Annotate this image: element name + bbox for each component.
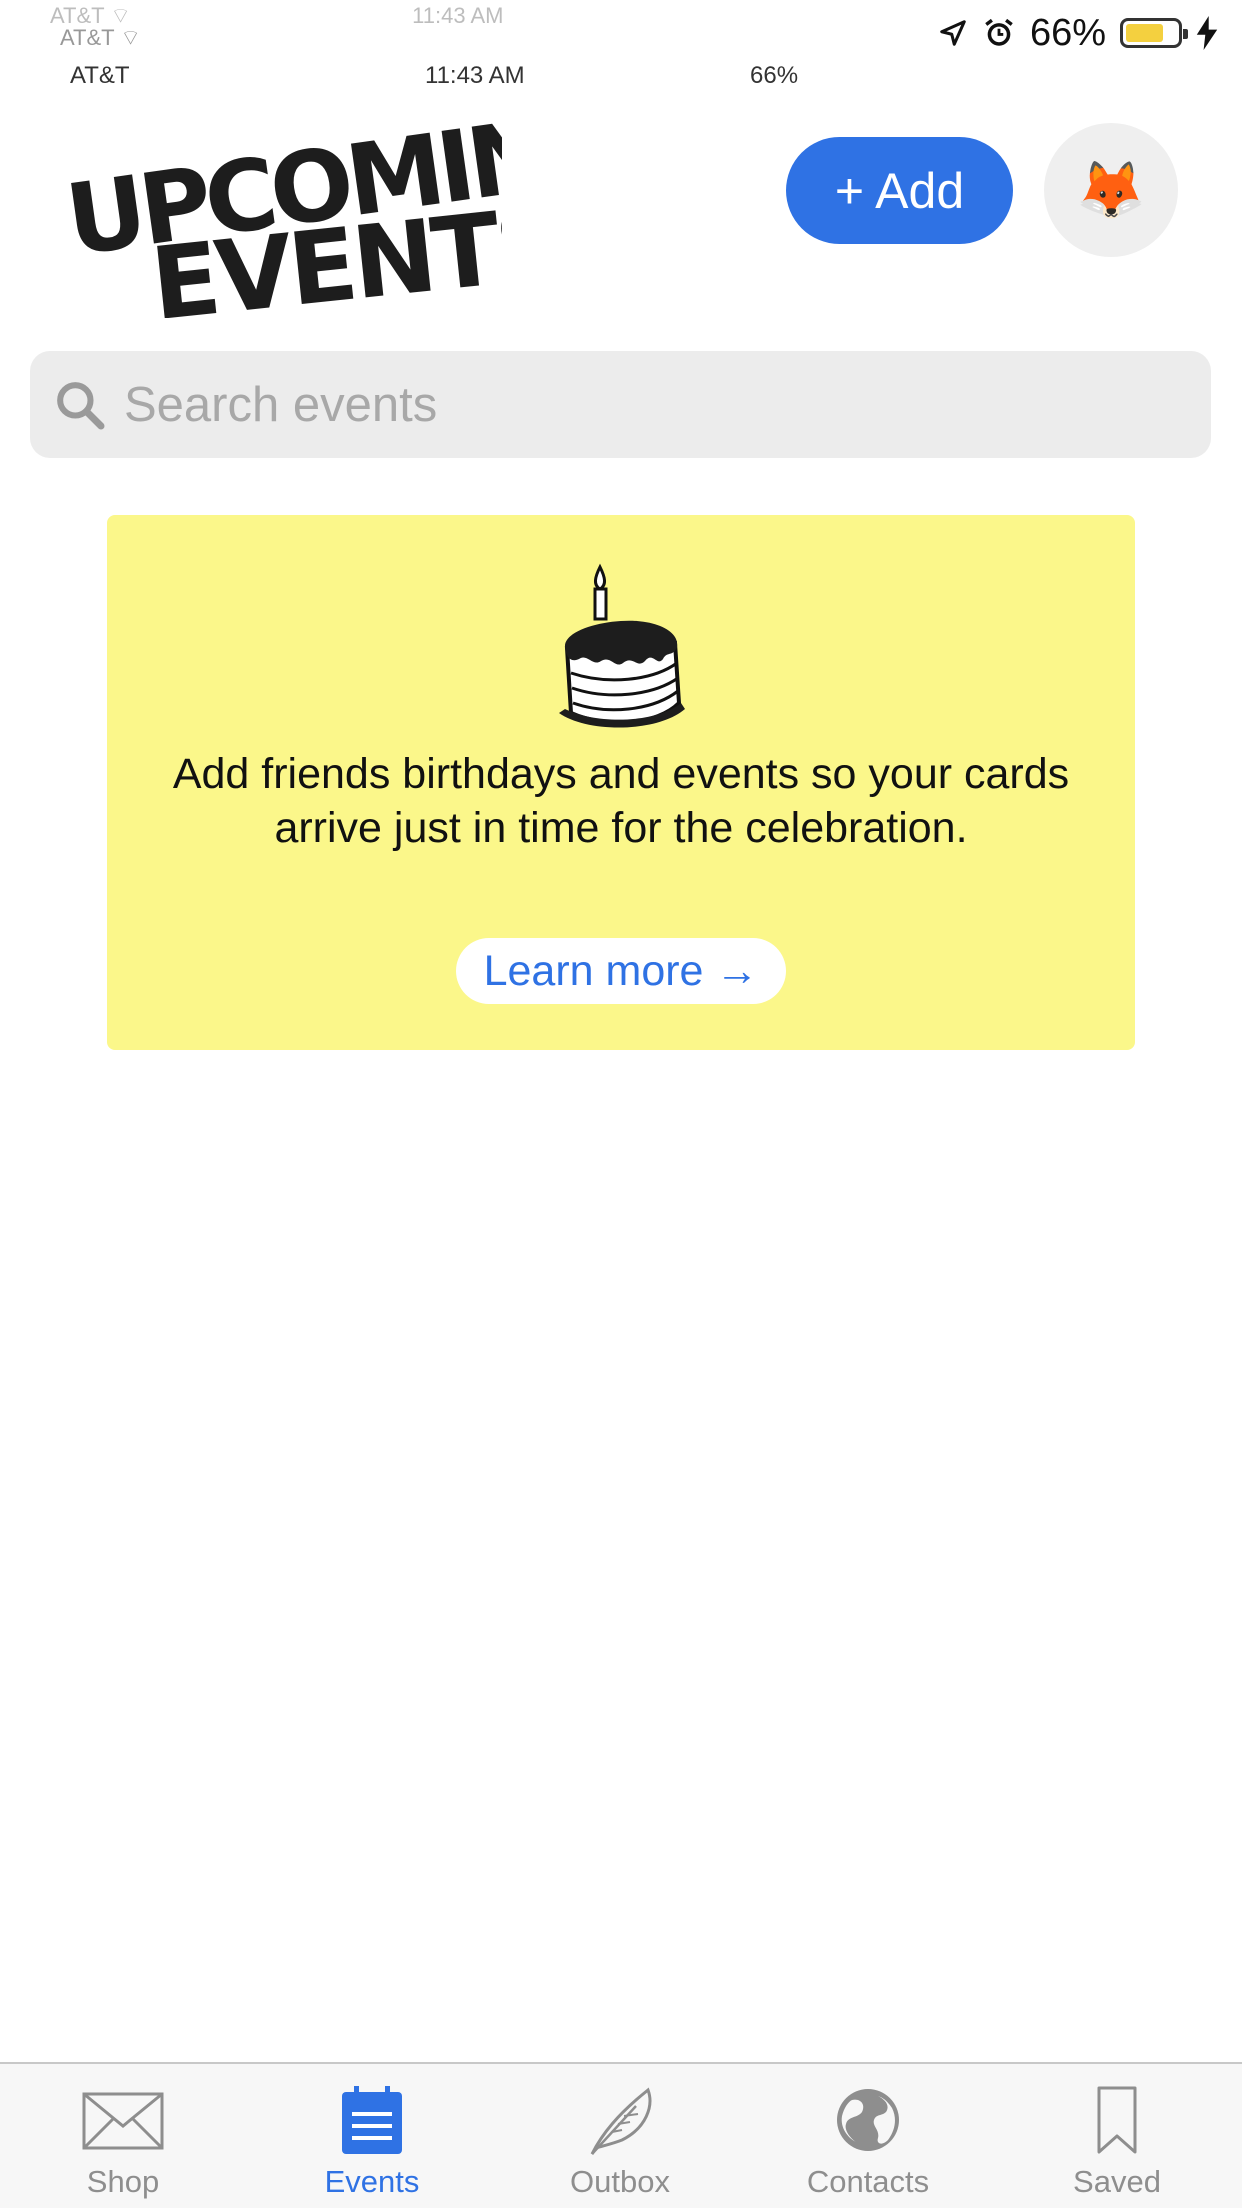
tab-saved[interactable]: Saved [1017, 2064, 1217, 2210]
time-label: 11:43 AM [425, 62, 525, 89]
status-bar-right: 66% [938, 8, 1218, 58]
tab-label-saved: Saved [1073, 2164, 1161, 2199]
envelope-icon [82, 2092, 164, 2150]
tab-bar: Shop Events Outbox Contacts Saved [0, 2062, 1242, 2208]
location-icon [940, 20, 966, 46]
add-event-button[interactable]: + Add [786, 137, 1013, 244]
search-input[interactable] [122, 375, 1126, 434]
battery-icon [1120, 18, 1188, 48]
tab-outbox[interactable]: Outbox [520, 2064, 720, 2210]
search-icon [57, 381, 105, 429]
events-info-card: Add friends birthdays and events so your… [107, 515, 1135, 1050]
bookmark-icon [1097, 2086, 1137, 2154]
tab-label-shop: Shop [86, 2164, 160, 2199]
calendar-icon [342, 2086, 402, 2154]
upcoming-events-logo: UPCOMING EVENTS [60, 89, 626, 344]
tab-label-events: Events [324, 2164, 420, 2199]
battery-percent-small: 66% [750, 62, 799, 89]
tab-label-contacts: Contacts [806, 2164, 930, 2199]
search-bar[interactable] [30, 351, 1211, 458]
charging-icon [1196, 16, 1218, 50]
birthday-cake-icon [559, 563, 685, 728]
feather-icon [590, 2087, 652, 2155]
battery-percent: 66% [1029, 11, 1106, 54]
profile-avatar[interactable]: 🦊 [1044, 123, 1178, 257]
alarm-icon [985, 18, 1013, 46]
promo-message: Add friends birthdays and events so your… [172, 750, 1070, 852]
tab-shop[interactable]: Shop [23, 2064, 223, 2210]
carrier-label: AT&T [70, 62, 130, 89]
tab-events[interactable]: Events [272, 2064, 472, 2210]
globe-icon [837, 2089, 899, 2151]
status-ghost-2: AT&T ⌔ [60, 25, 141, 50]
status-bar: AT&T ⌔ 11:43 AM AT&T ⌔ AT&T 11:43 AM 66%… [0, 0, 1242, 100]
learn-more-button[interactable]: Learn more → [456, 938, 786, 1004]
tab-contacts[interactable]: Contacts [768, 2064, 968, 2210]
tab-label-outbox: Outbox [570, 2164, 670, 2199]
fox-avatar-icon: 🦊 [1076, 158, 1146, 221]
